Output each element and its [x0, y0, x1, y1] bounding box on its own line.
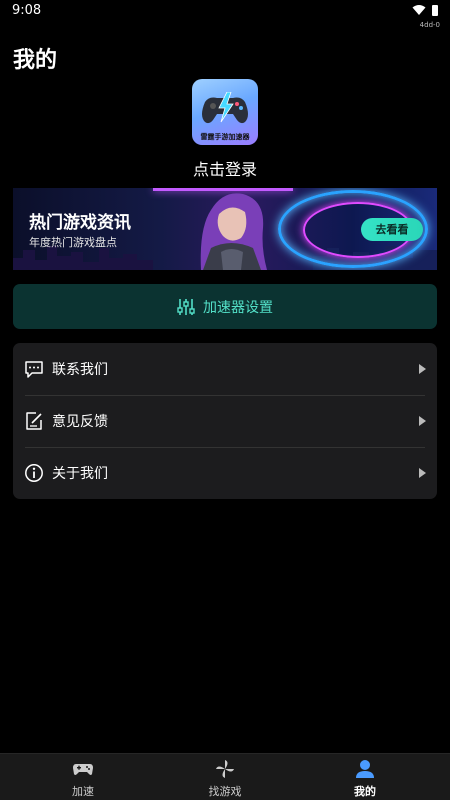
menu-item-label: 意见反馈 — [52, 414, 108, 430]
news-banner[interactable]: 热门游戏资讯 年度热门游戏盘点 去看看 — [13, 188, 437, 270]
status-code: 4dd-0 — [419, 21, 440, 29]
accelerator-settings-button[interactable]: 加速器设置 — [13, 284, 437, 329]
status-icons — [412, 4, 438, 16]
tab-label: 加速 — [72, 785, 94, 798]
wifi-icon — [412, 5, 426, 15]
tab-find-games[interactable]: 找游戏 — [150, 754, 300, 800]
pinwheel-icon — [216, 760, 234, 778]
info-icon — [25, 464, 43, 482]
tab-label: 找游戏 — [208, 785, 242, 798]
message-icon — [25, 361, 43, 378]
chevron-right-icon — [419, 468, 426, 478]
feedback-icon — [26, 412, 42, 430]
menu-item-contact[interactable]: 联系我们 — [13, 343, 437, 395]
logo-text: 雷霆手游加速器 — [200, 133, 250, 141]
page-title: 我的 — [13, 48, 58, 73]
status-bar: 9:08 4dd-0 — [0, 0, 450, 29]
settings-label: 加速器设置 — [203, 299, 273, 316]
battery-icon — [432, 4, 438, 16]
bottom-tab-bar: 加速 找游戏 我的 — [0, 753, 450, 800]
menu-item-label: 关于我们 — [52, 466, 108, 482]
menu-item-label: 联系我们 — [52, 362, 108, 378]
tab-mine[interactable]: 我的 — [290, 754, 440, 800]
banner-subtitle: 年度热门游戏盘点 — [29, 236, 117, 249]
menu-item-feedback[interactable]: 意见反馈 — [13, 395, 437, 447]
login-link[interactable]: 点击登录 — [0, 156, 450, 180]
banner-title: 热门游戏资讯 — [29, 213, 131, 233]
chevron-right-icon — [419, 364, 426, 374]
character-illustration — [200, 193, 267, 270]
menu-card: 联系我们 意见反馈 关于我们 — [13, 343, 437, 499]
menu-item-about[interactable]: 关于我们 — [13, 447, 437, 499]
gamepad-icon — [73, 764, 93, 775]
banner-view-button[interactable]: 去看看 — [361, 218, 423, 241]
sliders-icon — [177, 298, 195, 315]
tab-accelerate[interactable]: 加速 — [8, 754, 158, 800]
chevron-right-icon — [419, 416, 426, 426]
app-logo-avatar[interactable]: 雷霆手游加速器 — [192, 79, 258, 145]
tab-label: 我的 — [354, 785, 376, 798]
user-icon — [356, 760, 374, 778]
gamepad-lightning-icon — [202, 92, 248, 124]
status-time: 9:08 — [12, 3, 42, 18]
